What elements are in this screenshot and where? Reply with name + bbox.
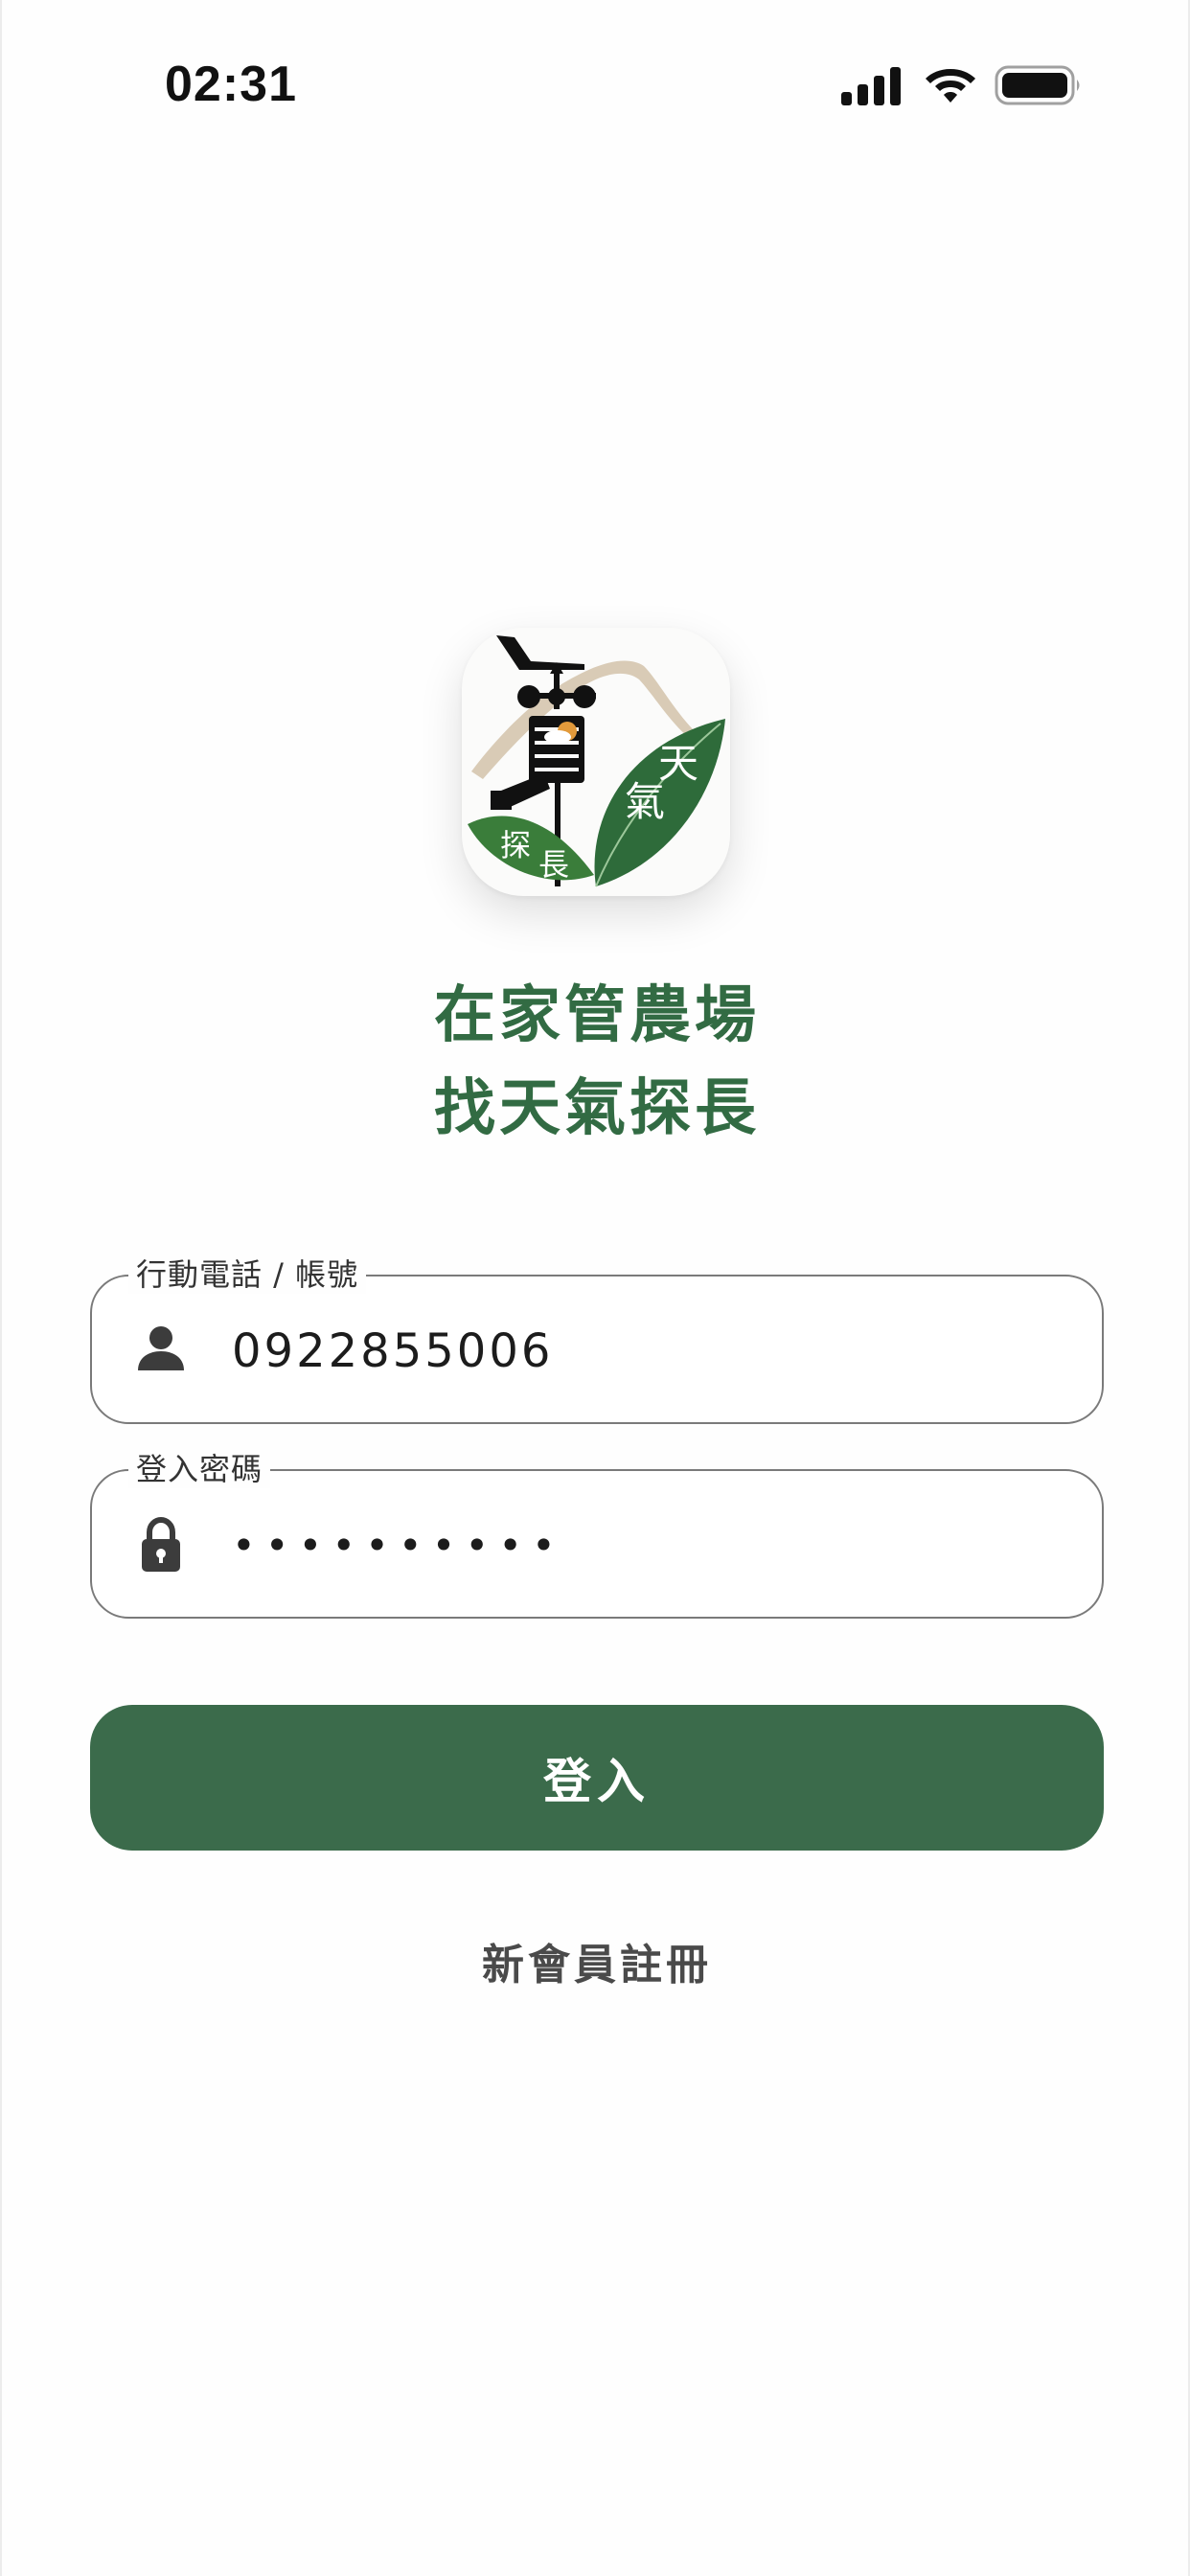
cellular-signal-icon	[841, 67, 901, 105]
account-field[interactable]: 行動電話 / 帳號	[90, 1255, 1104, 1424]
person-icon	[138, 1326, 184, 1370]
lock-icon	[142, 1516, 180, 1572]
login-screen: 02:31 天 氣 探 長 在家管農場 找天氣探長 行動電話 / 帳號 0922…	[0, 0, 1190, 2576]
slogan-line-2: 找天氣探長	[434, 1073, 760, 1144]
account-field-label: 行動電話 / 帳號	[128, 1255, 367, 1294]
logo-text-qi: 氣	[625, 778, 666, 825]
wifi-icon	[926, 69, 975, 103]
slogan-line-1: 在家管農場	[434, 980, 760, 1051]
status-time: 02:31	[165, 57, 297, 112]
password-field-label: 登入密碼	[128, 1450, 271, 1488]
password-field[interactable]: 登入密碼 ••••••••••	[90, 1450, 1104, 1619]
password-input[interactable]: ••••••••••	[232, 1519, 1056, 1573]
logo-text-tan: 探	[500, 827, 532, 863]
login-button[interactable]: 登入	[90, 1705, 1104, 1851]
logo-text-zhang: 長	[538, 846, 570, 883]
app-logo: 天 氣 探 長	[462, 628, 730, 896]
status-icons	[841, 59, 1083, 113]
register-link[interactable]: 新會員註冊	[2, 1930, 1190, 1991]
account-input[interactable]	[232, 1324, 1056, 1378]
battery-icon	[995, 65, 1080, 105]
